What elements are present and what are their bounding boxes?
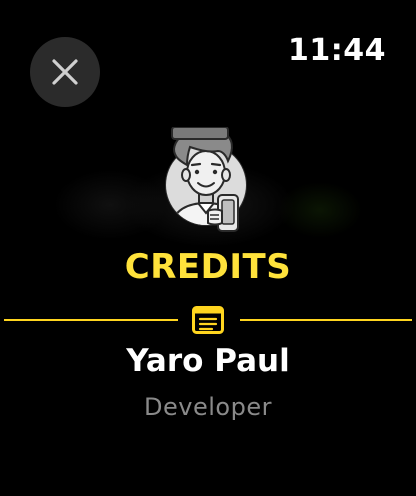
credits-title: CREDITS [124,247,292,287]
status-time: 11:44 [288,33,386,68]
developer-avatar-icon [165,127,247,232]
divider-left [4,319,178,321]
close-icon [52,59,78,85]
credit-role: Developer [144,393,272,421]
credits-screen: 11:44 CREDITS Yaro Paul Developer [0,0,416,496]
close-button[interactable] [30,37,100,107]
divider-right [240,319,412,321]
notes-icon [192,306,224,334]
credit-name: Yaro Paul [126,343,290,379]
